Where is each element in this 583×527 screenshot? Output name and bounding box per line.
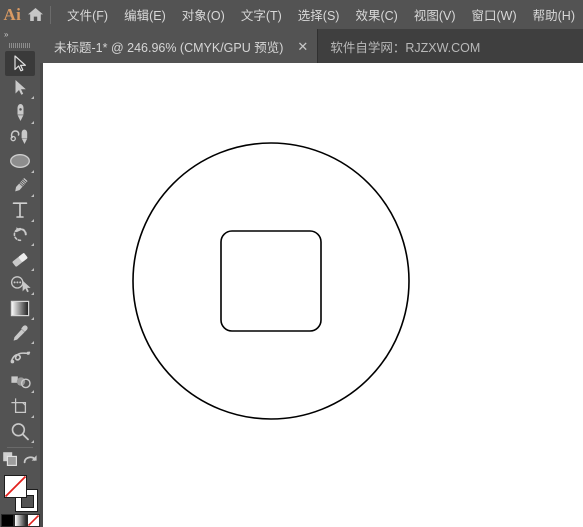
flyout-indicator [31,169,34,173]
pen-tool[interactable] [5,100,35,125]
gradient-tool[interactable] [5,296,35,321]
artboard-tool[interactable] [5,394,35,419]
toolbar-divider [7,446,33,448]
flyout-indicator [31,194,34,198]
fill-stroke-controls [0,473,40,513]
group-isolation-icon[interactable] [2,451,19,472]
flyout-indicator [31,96,34,100]
menu-view[interactable]: 视图(V) [406,1,464,28]
flyout-indicator [31,439,34,443]
undo-arrow-icon[interactable] [22,451,38,472]
direct-selection-tool[interactable] [5,76,35,101]
color-swatch-icon[interactable] [0,513,14,527]
menu-window[interactable]: 窗口(W) [464,1,525,28]
flyout-indicator [31,390,34,394]
illustrator-window: Ai 文件(F) 编辑(E) 对象(O) 文字(T) 选择(S) 效果(C) 视… [0,0,583,527]
document-tab-title: 未标题-1* @ 246.96% (CMYK/GPU 预览) [54,40,284,55]
blend-tool[interactable] [5,345,35,370]
collapse-panel-icon[interactable]: » [0,29,40,40]
menu-help[interactable]: 帮助(H) [525,1,583,28]
flyout-indicator [31,316,34,320]
none-swatch-icon[interactable] [26,513,40,527]
artwork-layer [132,142,410,420]
flyout-indicator [31,243,34,247]
menu-bar: Ai 文件(F) 编辑(E) 对象(O) 文字(T) 选择(S) 效果(C) 视… [0,0,583,29]
fill-swatch[interactable] [4,475,27,499]
menu-object[interactable]: 对象(O) [174,1,233,28]
menu-file[interactable]: 文件(F) [59,1,116,28]
document-canvas[interactable] [40,63,583,527]
close-icon[interactable]: ✕ [297,40,308,53]
toolbar-mode-row [0,450,40,472]
gradient-swatch-icon[interactable] [13,513,27,527]
eyedropper-tool[interactable] [5,321,35,346]
selection-tool[interactable] [5,51,35,76]
rounded-square-shape[interactable] [220,230,322,332]
flyout-indicator [31,414,34,418]
shape-builder-tool[interactable] [5,272,35,297]
symbol-sprayer-tool[interactable] [5,370,35,395]
eraser-tool[interactable] [5,247,35,272]
zoom-tool[interactable] [5,419,35,444]
flyout-indicator [31,120,34,124]
document-tab-bar: 未标题-1* @ 246.96% (CMYK/GPU 预览) ✕ 软件自学网：R… [0,29,583,63]
flyout-indicator [31,267,34,271]
document-tab[interactable]: 未标题-1* @ 246.96% (CMYK/GPU 预览) ✕ [40,29,319,63]
none-slash-icon [5,476,26,498]
menu-effect[interactable]: 效果(C) [347,1,405,28]
curvature-tool[interactable] [5,125,35,150]
watermark-label: 软件自学网：RJZXW.COM [318,29,493,63]
flyout-indicator [31,341,34,345]
flyout-indicator [31,218,34,222]
color-mode-bar [0,513,40,527]
type-tool[interactable] [5,198,35,223]
home-icon[interactable] [25,7,47,22]
tools-panel: » [0,29,40,527]
menu-type[interactable]: 文字(T) [233,1,290,28]
menu-select[interactable]: 选择(S) [290,1,348,28]
menu-divider [50,5,52,24]
menu-edit[interactable]: 编辑(E) [116,1,174,28]
canvas-left-edge [40,63,43,527]
ellipse-tool[interactable] [5,149,35,174]
ai-logo: Ai [3,4,22,24]
flyout-indicator [31,292,34,296]
watermark-text: 软件自学网：RJZXW.COM [330,40,481,55]
rotate-tool[interactable] [5,223,35,248]
circle-shape[interactable] [132,142,410,420]
panel-drag-handle[interactable] [0,40,40,51]
paintbrush-tool[interactable] [5,174,35,199]
